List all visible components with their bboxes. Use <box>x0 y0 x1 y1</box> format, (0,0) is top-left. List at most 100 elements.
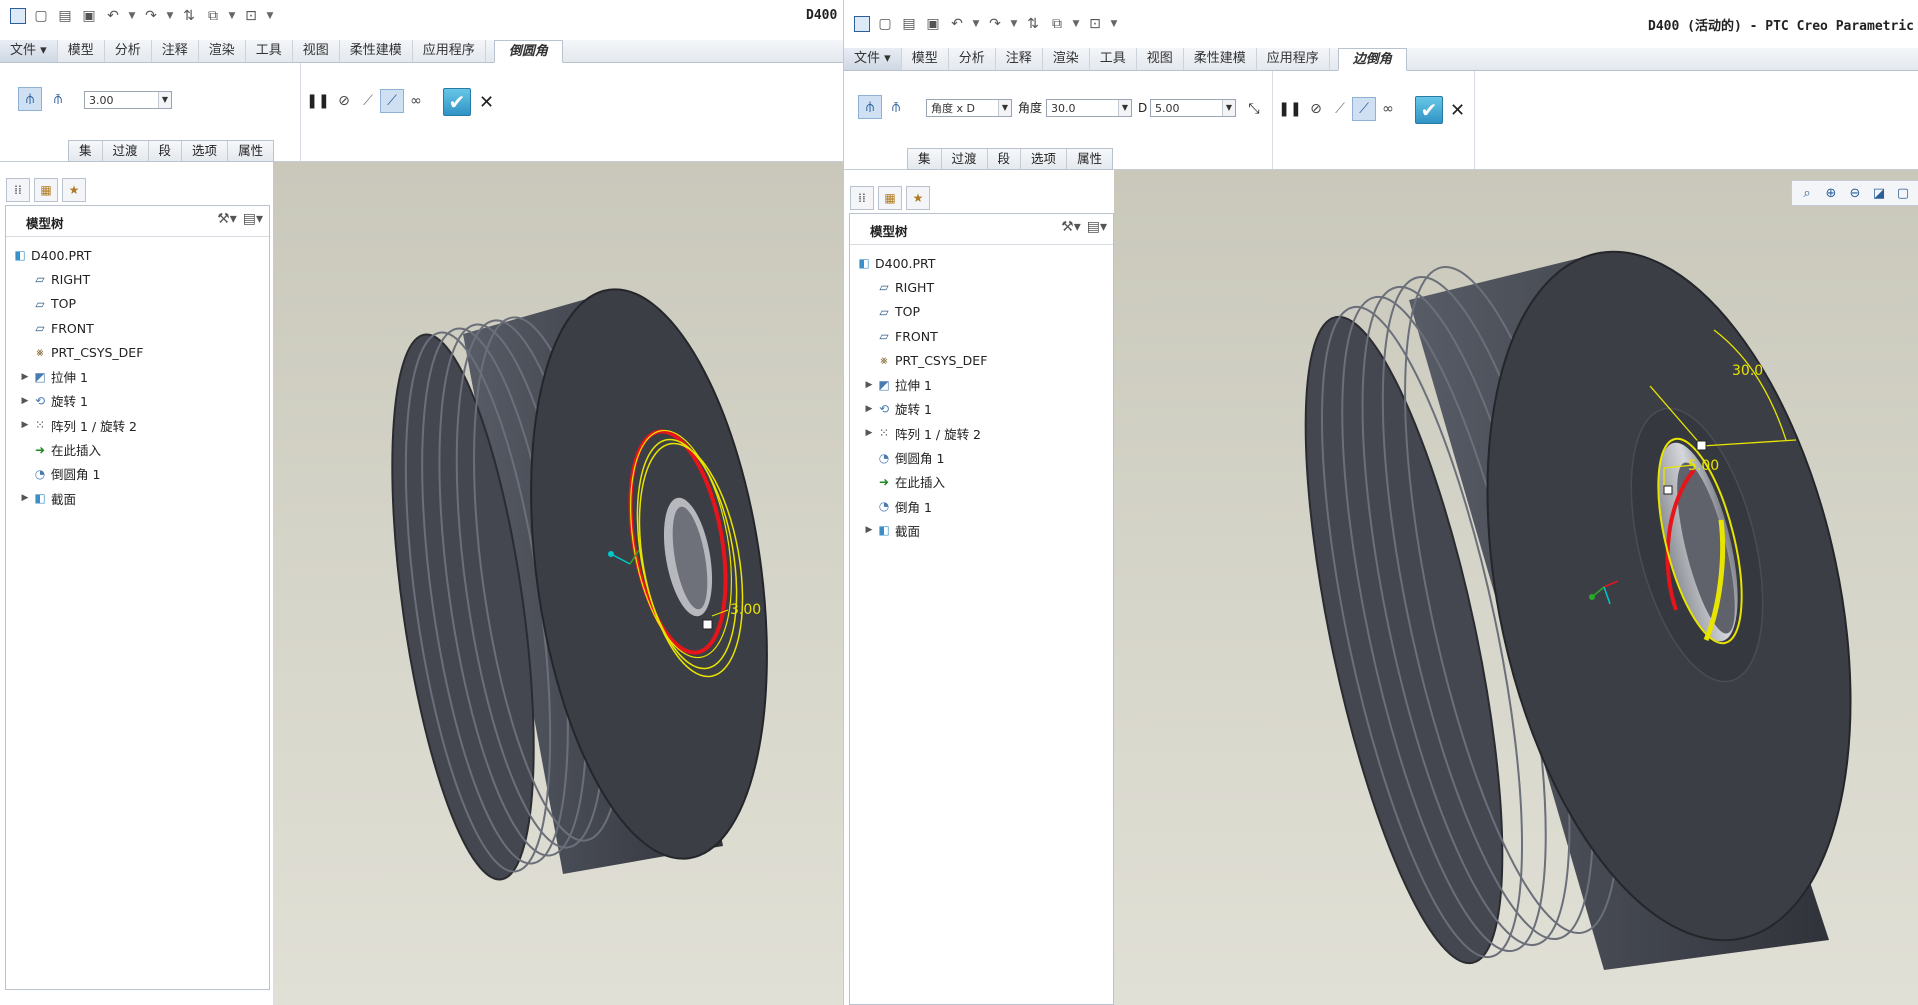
subtab-sets[interactable]: 集 <box>908 149 942 169</box>
tab-round[interactable]: 倒圆角 <box>493 40 563 63</box>
new-icon[interactable]: ▢ <box>32 7 50 25</box>
tree-item-top[interactable]: ▱ TOP <box>6 292 269 316</box>
verify-glasses-icon[interactable]: ∞ <box>404 89 428 113</box>
chevron-down-icon[interactable]: ▼ <box>128 7 136 25</box>
tab-render[interactable]: 渲染 <box>1043 48 1090 70</box>
verify-glasses-icon[interactable]: ∞ <box>1376 97 1400 121</box>
customize-icon[interactable]: ▼ <box>1110 15 1118 33</box>
graphics-window[interactable]: ⌕ ⊕ ⊖ ◪ ▢ 30.0 5.00 <box>1114 170 1918 1005</box>
preview-icon[interactable]: ⟋ <box>1352 97 1376 121</box>
tab-tools[interactable]: 工具 <box>1090 48 1137 70</box>
ok-button[interactable]: ✔ <box>1415 96 1443 124</box>
tree-item-right[interactable]: ▱ RIGHT <box>6 267 269 291</box>
pause-icon[interactable]: ❚❚ <box>1278 97 1302 121</box>
variable-round-icon[interactable]: ⫚ <box>46 87 70 111</box>
open-icon[interactable]: ▤ <box>56 7 74 25</box>
show-icon[interactable]: ▤▾ <box>1087 219 1107 235</box>
tab-applications[interactable]: 应用程序 <box>413 40 486 62</box>
ok-button[interactable]: ✔ <box>443 88 471 116</box>
subtab-transitions[interactable]: 过渡 <box>103 141 149 161</box>
close-window-icon[interactable]: ⊡ <box>1086 15 1104 33</box>
angle-dimension[interactable]: 30.0 <box>1732 363 1763 379</box>
tree-item-csys[interactable]: ⨳ PRT_CSYS_DEF <box>6 340 269 364</box>
tree-item-part[interactable]: ◧ D400.PRT <box>850 251 1113 275</box>
tree-item-front[interactable]: ▱ FRONT <box>850 324 1113 348</box>
preview-icon[interactable]: ⟋ <box>380 89 404 113</box>
chevron-down-icon[interactable]: ▼ <box>1222 100 1235 116</box>
favorites-tab-icon[interactable]: ★ <box>62 178 86 202</box>
subtab-options[interactable]: 选项 <box>1021 149 1068 169</box>
new-icon[interactable]: ▢ <box>876 15 894 33</box>
model-tree-tab-icon[interactable]: ⁞⁞ <box>850 186 874 210</box>
windows-icon[interactable]: ⧉ <box>1048 15 1066 33</box>
redo-icon[interactable]: ↷ <box>142 7 160 25</box>
tab-chamfer[interactable]: 边倒角 <box>1337 48 1407 71</box>
separate-preview-icon[interactable]: ⟋ <box>1328 97 1352 121</box>
windows-icon[interactable]: ⧉ <box>204 7 222 25</box>
save-icon[interactable]: ▣ <box>924 15 942 33</box>
expand-icon[interactable]: ▶ <box>18 372 32 382</box>
expand-icon[interactable]: ▶ <box>18 420 32 430</box>
undo-icon[interactable]: ↶ <box>948 15 966 33</box>
no-preview-icon[interactable]: ⊘ <box>332 89 356 113</box>
folder-browser-tab-icon[interactable]: ▦ <box>878 186 902 210</box>
no-preview-icon[interactable]: ⊘ <box>1304 97 1328 121</box>
expand-icon[interactable]: ▶ <box>862 404 876 414</box>
tab-file[interactable]: 文件 ▾ <box>844 48 902 70</box>
expand-icon[interactable]: ▶ <box>18 396 32 406</box>
regenerate-icon[interactable]: ⇅ <box>1024 15 1042 33</box>
undo-icon[interactable]: ↶ <box>104 7 122 25</box>
regenerate-icon[interactable]: ⇅ <box>180 7 198 25</box>
show-icon[interactable]: ▤▾ <box>243 211 263 227</box>
d-drag-handle[interactable] <box>1663 485 1673 495</box>
d-dimension[interactable]: 5.00 <box>1688 458 1719 474</box>
chevron-down-icon[interactable]: ▼ <box>998 100 1011 116</box>
chevron-down-icon[interactable]: ▼ <box>1118 100 1131 116</box>
pause-icon[interactable]: ❚❚ <box>306 89 330 113</box>
tree-item-insert-here[interactable]: ➜ 在此插入 <box>6 437 269 461</box>
tree-item-part[interactable]: ◧ D400.PRT <box>6 243 269 267</box>
chevron-down-icon[interactable]: ▼ <box>1010 15 1018 33</box>
close-icon[interactable]: ✕ <box>1450 100 1465 121</box>
subtab-options[interactable]: 选项 <box>182 141 229 161</box>
tree-item-front[interactable]: ▱ FRONT <box>6 316 269 340</box>
tree-item-pattern[interactable]: ▶ ⁙ 阵列 1 / 旋转 2 <box>6 413 269 437</box>
close-window-icon[interactable]: ⊡ <box>242 7 260 25</box>
save-icon[interactable]: ▣ <box>80 7 98 25</box>
tree-item-extrude[interactable]: ▶ ◩ 拉伸 1 <box>6 364 269 388</box>
tree-item-section[interactable]: ▶ ◧ 截面 <box>6 486 269 510</box>
tree-item-pattern[interactable]: ▶ ⁙ 阵列 1 / 旋转 2 <box>850 421 1113 445</box>
tree-item-insert-here[interactable]: ➜ 在此插入 <box>850 470 1113 494</box>
tab-applications[interactable]: 应用程序 <box>1257 48 1330 70</box>
radius-drag-handle[interactable] <box>702 619 713 630</box>
tab-render[interactable]: 渲染 <box>199 40 246 62</box>
radius-input[interactable]: 3.00 ▼ <box>84 91 172 109</box>
model-tree-tab-icon[interactable]: ⁞⁞ <box>6 178 30 202</box>
tab-view[interactable]: 视图 <box>1137 48 1184 70</box>
app-icon[interactable] <box>10 8 26 24</box>
d-input[interactable]: 5.00 ▼ <box>1150 99 1236 117</box>
chevron-down-icon[interactable]: ▼ <box>1072 15 1080 33</box>
tab-model[interactable]: 模型 <box>902 48 949 70</box>
tree-item-right[interactable]: ▱ RIGHT <box>850 275 1113 299</box>
subtab-sets[interactable]: 集 <box>69 141 103 161</box>
tab-annotate[interactable]: 注释 <box>152 40 199 62</box>
tab-analysis[interactable]: 分析 <box>105 40 152 62</box>
tree-item-top[interactable]: ▱ TOP <box>850 300 1113 324</box>
settings-icon[interactable]: ⚒▾ <box>217 211 237 227</box>
expand-icon[interactable]: ▶ <box>862 525 876 535</box>
tree-item-revolve[interactable]: ▶ ⟲ 旋转 1 <box>850 397 1113 421</box>
expand-icon[interactable]: ▶ <box>862 428 876 438</box>
radius-dimension[interactable]: 3.00 <box>730 602 761 618</box>
tree-item-round[interactable]: ◔ 倒圆角 1 <box>850 445 1113 469</box>
set-mode-icon[interactable]: ⫛ <box>858 95 882 119</box>
subtab-pieces[interactable]: 段 <box>988 149 1022 169</box>
tree-item-extrude[interactable]: ▶ ◩ 拉伸 1 <box>850 372 1113 396</box>
flip-direction-icon[interactable]: ⤡ <box>1242 97 1266 121</box>
settings-icon[interactable]: ⚒▾ <box>1061 219 1081 235</box>
tab-flexible-modeling[interactable]: 柔性建模 <box>1184 48 1257 70</box>
tab-view[interactable]: 视图 <box>293 40 340 62</box>
tree-item-round[interactable]: ◔ 倒圆角 1 <box>6 462 269 486</box>
redo-icon[interactable]: ↷ <box>986 15 1004 33</box>
dimension-scheme-select[interactable]: 角度 x D ▼ <box>926 99 1012 117</box>
